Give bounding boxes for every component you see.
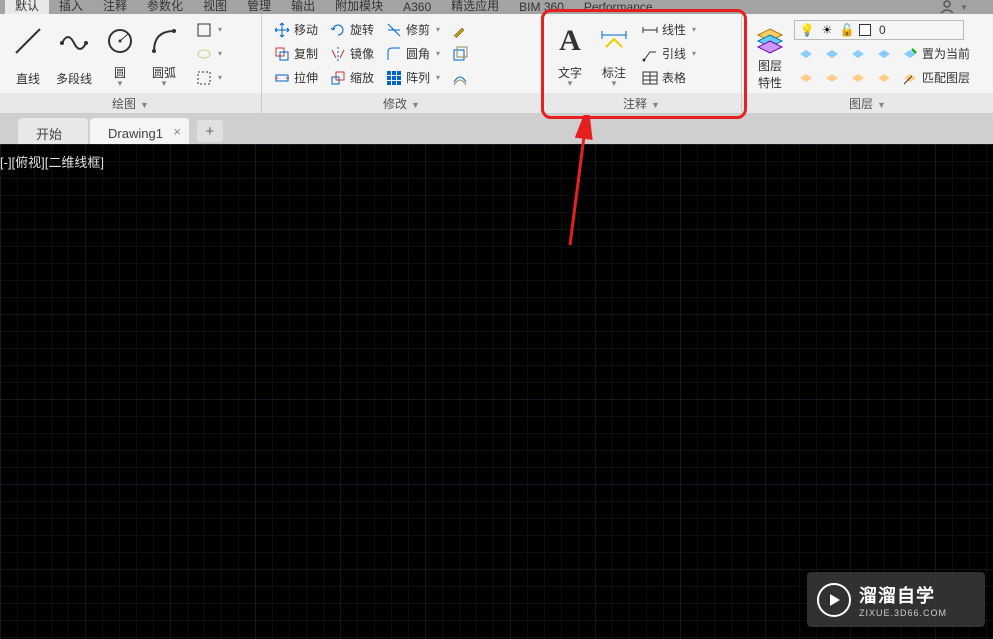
linear-button[interactable]: 线性▾ xyxy=(638,20,700,40)
circle-icon xyxy=(104,25,136,57)
sun-icon: ☀ xyxy=(819,22,835,38)
stretch-icon xyxy=(274,70,290,86)
tab-start[interactable]: 开始 xyxy=(18,118,88,144)
fillet-icon xyxy=(386,46,402,62)
offset-icon xyxy=(452,70,468,86)
hatch-icon xyxy=(196,46,212,62)
layer-toggle-1[interactable] xyxy=(794,44,818,64)
layer-properties-icon xyxy=(754,25,786,57)
ribbon: 直线 多段线 圆▼ 圆弧▼ ▾ ▾ ▾ 绘图▼ xyxy=(0,14,993,114)
polyline-icon xyxy=(58,25,90,57)
document-tabs: 开始 Drawing1× + xyxy=(0,114,993,144)
scale-button[interactable]: 缩放 xyxy=(326,68,378,88)
mirror-button[interactable]: 镜像 xyxy=(326,44,378,64)
menu-featured[interactable]: 精选应用 xyxy=(441,0,509,14)
menu-manage[interactable]: 管理 xyxy=(237,0,281,14)
polyline-button[interactable]: 多段线 xyxy=(50,17,98,91)
linear-icon xyxy=(642,22,658,38)
array-button[interactable]: 阵列▾ xyxy=(382,68,444,88)
layer-toggle-8[interactable] xyxy=(872,68,896,88)
fillet-button[interactable]: 圆角▾ xyxy=(382,44,444,64)
table-icon xyxy=(642,70,658,86)
mirror-icon xyxy=(330,46,346,62)
layer-properties-button[interactable]: 图层 特性 xyxy=(748,17,792,91)
boundary-dropdown[interactable]: ▾ xyxy=(192,68,226,88)
drawing-canvas[interactable]: [-][俯视][二维线框] 溜溜自学 ZIXUE.3D66.COM xyxy=(0,144,993,639)
leader-button[interactable]: 引线▾ xyxy=(638,44,700,64)
watermark: 溜溜自学 ZIXUE.3D66.COM xyxy=(807,572,985,627)
modify-ext2[interactable] xyxy=(448,44,472,64)
menu-performance[interactable]: Performance xyxy=(574,0,663,14)
trim-button[interactable]: 修剪▾ xyxy=(382,20,444,40)
modify-ext1[interactable] xyxy=(448,20,472,40)
hatch-dropdown[interactable]: ▾ xyxy=(192,44,226,64)
rotate-button[interactable]: 旋转 xyxy=(326,20,378,40)
make-current-button[interactable]: 置为当前 xyxy=(898,44,974,64)
trim-icon xyxy=(386,22,402,38)
paintbrush-icon xyxy=(452,22,468,38)
panel-title-annotation[interactable]: 注释▼ xyxy=(542,93,741,113)
panel-title-modify[interactable]: 修改▼ xyxy=(262,93,541,113)
layer-dropdown[interactable]: 💡☀🔓0 xyxy=(794,20,964,40)
viewport-label[interactable]: [-][俯视][二维线框] xyxy=(0,152,104,171)
dimension-icon xyxy=(598,25,630,57)
line-icon xyxy=(12,25,44,57)
boundary-icon xyxy=(196,70,212,86)
user-dropdown[interactable]: ▼ xyxy=(940,0,968,14)
tab-drawing1[interactable]: Drawing1× xyxy=(90,118,189,144)
layer-toggle-6[interactable] xyxy=(820,68,844,88)
array-icon xyxy=(386,70,402,86)
move-button[interactable]: 移动 xyxy=(270,20,322,40)
menu-a360[interactable]: A360 xyxy=(393,0,441,14)
play-icon xyxy=(817,583,851,617)
polygon-dropdown[interactable]: ▾ xyxy=(192,20,226,40)
leader-icon xyxy=(642,46,658,62)
layer-toggle-7[interactable] xyxy=(846,68,870,88)
watermark-title: 溜溜自学 xyxy=(859,582,947,608)
menu-bim360[interactable]: BIM 360 xyxy=(509,0,574,14)
line-button[interactable]: 直线 xyxy=(6,17,50,91)
layer-toggle-4[interactable] xyxy=(872,44,896,64)
layer-toggle-5[interactable] xyxy=(794,68,818,88)
rotate-icon xyxy=(330,22,346,38)
arc-icon xyxy=(148,25,180,57)
menu-view[interactable]: 视图 xyxy=(193,0,237,14)
grid xyxy=(0,144,993,639)
menu-parametric[interactable]: 参数化 xyxy=(137,0,193,14)
add-tab-button[interactable]: + xyxy=(197,120,223,142)
stretch-button[interactable]: 拉伸 xyxy=(270,68,322,88)
move-icon xyxy=(274,22,290,38)
lock-icon: 🔓 xyxy=(839,22,855,38)
menu-insert[interactable]: 插入 xyxy=(49,0,93,14)
modify-ext3[interactable] xyxy=(448,68,472,88)
scale-icon xyxy=(330,70,346,86)
panel-title-draw[interactable]: 绘图▼ xyxy=(0,93,261,113)
copy-button[interactable]: 复制 xyxy=(270,44,322,64)
menu-annotate[interactable]: 注释 xyxy=(93,0,137,14)
text-icon: A xyxy=(554,25,586,57)
menu-output[interactable]: 输出 xyxy=(281,0,325,14)
color-swatch xyxy=(859,24,871,36)
match-layer-button[interactable]: 匹配图层 xyxy=(898,68,974,88)
table-button[interactable]: 表格 xyxy=(638,68,700,88)
circle-button[interactable]: 圆▼ xyxy=(98,17,142,91)
copy-icon xyxy=(274,46,290,62)
menu-default[interactable]: 默认 xyxy=(5,0,49,14)
layer-toggle-3[interactable] xyxy=(846,44,870,64)
text-button[interactable]: A 文字▼ xyxy=(548,17,592,91)
close-icon[interactable]: × xyxy=(173,124,181,139)
arc-button[interactable]: 圆弧▼ xyxy=(142,17,186,91)
panel-title-layer[interactable]: 图层▼ xyxy=(742,93,993,113)
bulb-icon: 💡 xyxy=(799,22,815,38)
layer-toggle-2[interactable] xyxy=(820,44,844,64)
dimension-button[interactable]: 标注▼ xyxy=(592,17,636,91)
watermark-sub: ZIXUE.3D66.COM xyxy=(859,608,947,618)
menu-addins[interactable]: 附加模块 xyxy=(325,0,393,14)
polygon-icon xyxy=(196,22,212,38)
explode-icon xyxy=(452,46,468,62)
menu-bar: 默认 插入 注释 参数化 视图 管理 输出 附加模块 A360 精选应用 BIM… xyxy=(0,0,993,14)
